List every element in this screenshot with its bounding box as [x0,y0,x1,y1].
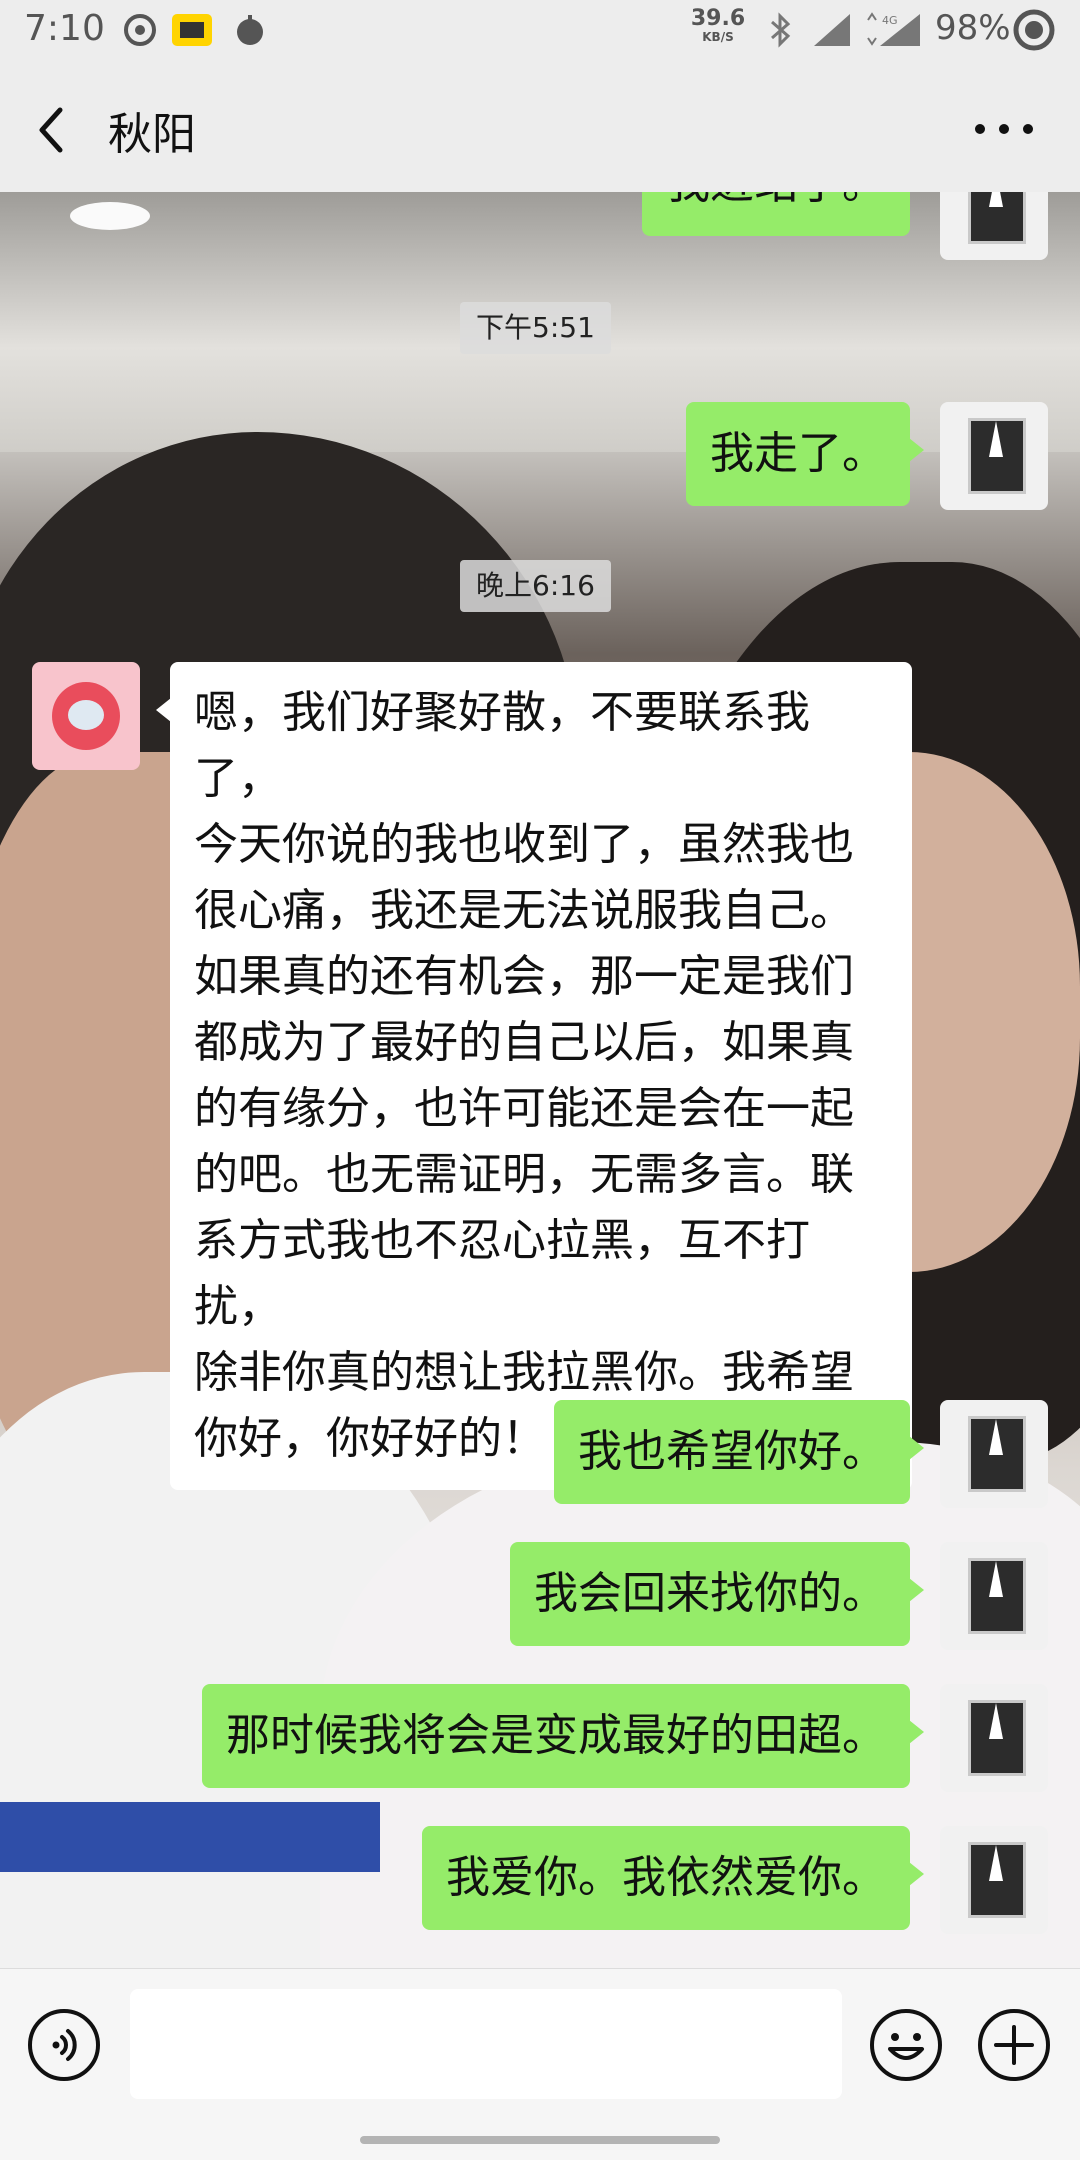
background-lamp [70,202,150,230]
outgoing-message-bubble[interactable]: 我会回来找你的。 [510,1542,924,1646]
emoji-button[interactable] [868,2007,944,2083]
outgoing-message-bubble[interactable]: 那时候我将会是变成最好的田超。 [202,1684,924,1788]
message-line: 的有缘分，也许可能还是会在一起 [194,1083,854,1134]
battery-icon [1012,8,1056,52]
globe-avatar-icon [52,682,120,750]
chat-area[interactable]: 我进站了。 下午5:51 我走了。 晚上6:16 嗯，我们好聚好散，不要联系我了… [0,192,1080,1968]
signal-4g-icon: 4G [862,12,922,48]
message-line: 除非你真的想让我拉黑你。我希望 [194,1347,854,1398]
network-speed: 39.6 KB/S [690,6,746,45]
message-line: 系方式我也不忍心拉黑，互不打扰， [194,1215,810,1332]
message-line: 很心痛，我还是无法说服我自己。 [194,885,854,936]
suit-avatar-icon [968,418,1026,494]
outgoing-message-bubble[interactable]: 我也希望你好。 [554,1400,924,1504]
network-speed-value: 39.6 [690,6,746,31]
outgoing-message-bubble[interactable]: 我爱你。我依然爱你。 [422,1826,924,1930]
my-avatar[interactable] [940,192,1048,260]
message-input[interactable] [130,1989,842,2099]
message-line: 嗯，我们好聚好散，不要联系我了， [194,687,810,804]
my-avatar[interactable] [940,402,1048,510]
battery-percent: 98% [935,8,1011,48]
xianyu-app-icon [172,12,212,48]
suit-avatar-icon [968,1558,1026,1634]
message-line: 如果真的还有机会，那一定是我们 [194,951,854,1002]
back-button[interactable] [24,100,84,160]
message-timestamp: 下午5:51 [460,302,611,354]
suit-avatar-icon [968,192,1026,244]
background-shirt-stripe [0,1802,380,1872]
bluetooth-icon [762,12,798,48]
chevron-left-icon [39,107,63,153]
my-avatar[interactable] [940,1826,1048,1934]
home-indicator[interactable] [360,2136,720,2144]
plus-button[interactable] [976,2007,1052,2083]
voice-button[interactable] [26,2007,102,2083]
status-time: 7:10 [24,8,105,49]
my-avatar[interactable] [940,1542,1048,1650]
netease-music-icon [122,12,158,48]
suit-avatar-icon [968,1842,1026,1918]
message-timestamp: 晚上6:16 [460,560,611,612]
network-type-label: 4G [882,14,898,27]
contact-avatar[interactable] [32,662,140,770]
outgoing-message-bubble[interactable]: 我进站了。 [642,192,910,236]
signal-icon [812,12,850,48]
tomato-app-icon [232,12,268,48]
emoji-icon [870,2009,942,2081]
more-dots-icon [975,124,1033,134]
my-avatar[interactable] [940,1684,1048,1792]
my-avatar[interactable] [940,1400,1048,1508]
suit-avatar-icon [968,1700,1026,1776]
chat-header: 秋阳 [0,64,1080,192]
network-speed-unit: KB/S [702,30,734,44]
status-bar: 7:10 39.6 KB/S 4G 98% [0,0,1080,64]
incoming-message-bubble[interactable]: 嗯，我们好聚好散，不要联系我了， 今天你说的我也收到了，虽然我也 很心痛，我还是… [156,662,912,1490]
outgoing-message-bubble[interactable]: 我走了。 [686,402,924,506]
message-line: 今天你说的我也收到了，虽然我也 [194,819,854,870]
more-button[interactable] [966,104,1042,154]
chat-title: 秋阳 [108,109,196,160]
message-line: 的吧。也无需证明，无需多言。联 [194,1149,854,1200]
plus-icon [978,2009,1050,2081]
suit-avatar-icon [968,1416,1026,1492]
voice-icon [28,2009,100,2081]
input-bar [0,1968,1080,2160]
message-line: 都成为了最好的自己以后，如果真 [194,1017,854,1068]
